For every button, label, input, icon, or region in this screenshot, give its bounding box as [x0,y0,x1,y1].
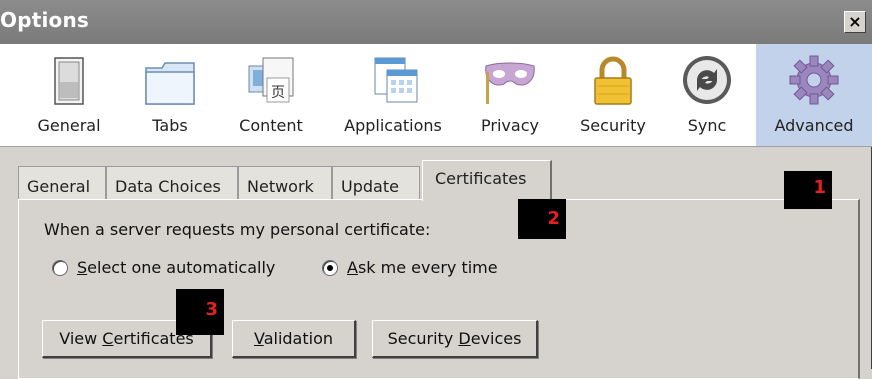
radio-button-selected[interactable] [322,259,338,276]
close-button[interactable]: × [844,11,866,33]
category-label: Content [239,116,303,135]
gear-icon [789,55,839,105]
category-label: Sync [687,116,727,135]
category-label: Advanced [774,116,854,135]
category-label: Applications [344,116,442,135]
tab-certificates[interactable]: Certificates [422,160,552,201]
annotation-badge-1: 1 [784,171,832,209]
applications-icon [374,57,418,103]
title-bar[interactable]: Options × [0,0,872,44]
security-devices-button[interactable]: Security Devices [372,320,538,358]
radio-button[interactable] [52,259,68,276]
tab-label: General [27,177,91,196]
tab-data-choices[interactable]: Data Choices [106,166,238,200]
category-toolbar: General Tabs 页 Content Applications Priv… [0,44,872,147]
annotation-badge-2: 2 [518,199,566,239]
radio-select-automatically[interactable]: Select one automatically [52,258,275,277]
tab-general[interactable]: General [18,166,106,200]
window-title: Options [0,8,90,32]
category-label: General [37,116,101,135]
category-security[interactable]: Security [570,44,656,146]
category-label: Security [580,116,646,135]
validation-button[interactable]: Validation [232,320,356,358]
category-content[interactable]: 页 Content [230,44,312,146]
category-tabs[interactable]: Tabs [130,44,210,146]
category-sync[interactable]: Sync [674,44,740,146]
tab-update[interactable]: Update [332,166,420,200]
certificate-prompt: When a server requests my personal certi… [44,220,431,239]
tab-label: Update [341,177,399,196]
padlock-icon [594,56,632,105]
switch-icon [54,57,84,105]
radio-label: Select one automatically [77,258,276,277]
category-label: Privacy [481,116,539,135]
mask-icon [485,62,535,104]
content-icon: 页 [248,57,294,103]
radio-label: Ask me every time [347,258,498,277]
options-window: Options × General Tabs 页 Content Applica… [0,0,872,379]
category-advanced[interactable]: Advanced [756,44,872,146]
annotation-badge-3: 3 [176,289,224,335]
sync-icon [683,56,731,104]
category-label: Tabs [152,116,188,135]
tab-label: Network [247,177,314,196]
category-general[interactable]: General [28,44,110,146]
tabs-icon [145,62,195,105]
tab-network[interactable]: Network [238,166,332,200]
svg-text:页: 页 [271,85,285,101]
category-applications[interactable]: Applications [334,44,452,146]
tab-label: Certificates [435,169,527,188]
category-privacy[interactable]: Privacy [470,44,550,146]
radio-ask-every-time[interactable]: Ask me every time [322,258,498,277]
tab-label: Data Choices [115,177,221,196]
